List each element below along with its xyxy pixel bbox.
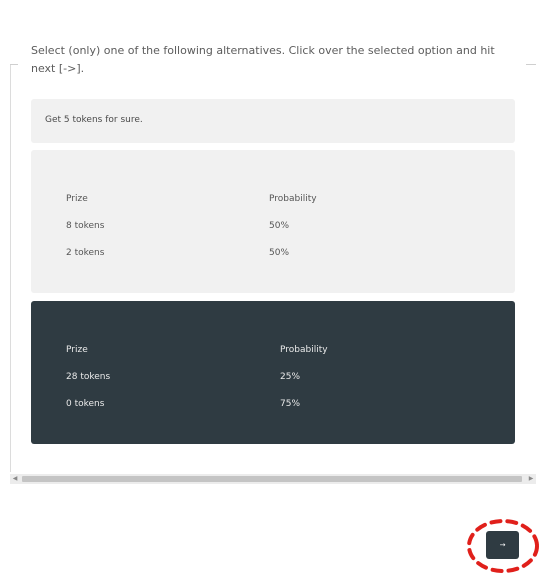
survey-page: Select (only) one of the following alter… [0, 0, 560, 581]
instruction-text: Select (only) one of the following alter… [31, 44, 495, 75]
prize-value: 0 tokens [66, 399, 105, 409]
frame-border-left [10, 64, 11, 472]
prize-value: 2 tokens [66, 248, 105, 258]
frame-corner-right [526, 64, 536, 65]
probability-header: Probability [269, 194, 317, 204]
scroll-right-icon[interactable]: ▶ [526, 474, 536, 484]
prize-value: 8 tokens [66, 221, 105, 231]
probability-value: 25% [280, 372, 301, 382]
arrow-right-icon: → [499, 541, 506, 549]
option-lottery-a[interactable]: Prize Probability 8 tokens 50% 2 tokens … [31, 150, 515, 293]
probability-value: 75% [280, 399, 301, 409]
probability-value: 50% [269, 248, 290, 258]
horizontal-scrollbar[interactable]: ◀ ▶ [10, 474, 536, 484]
frame-corner-left [10, 64, 18, 65]
prize-value: 28 tokens [66, 372, 111, 382]
option-sure-amount[interactable]: Get 5 tokens for sure. [31, 99, 515, 143]
probability-value: 50% [269, 221, 290, 231]
scrollbar-thumb[interactable] [22, 476, 522, 482]
probability-header: Probability [280, 345, 328, 355]
next-button[interactable]: → [486, 531, 519, 559]
option-sure-text: Get 5 tokens for sure. [45, 115, 143, 125]
scroll-left-icon[interactable]: ◀ [10, 474, 20, 484]
option-lottery-b-selected[interactable]: Prize Probability 28 tokens 25% 0 tokens… [31, 301, 515, 444]
prize-header: Prize [66, 345, 88, 355]
prize-header: Prize [66, 194, 88, 204]
